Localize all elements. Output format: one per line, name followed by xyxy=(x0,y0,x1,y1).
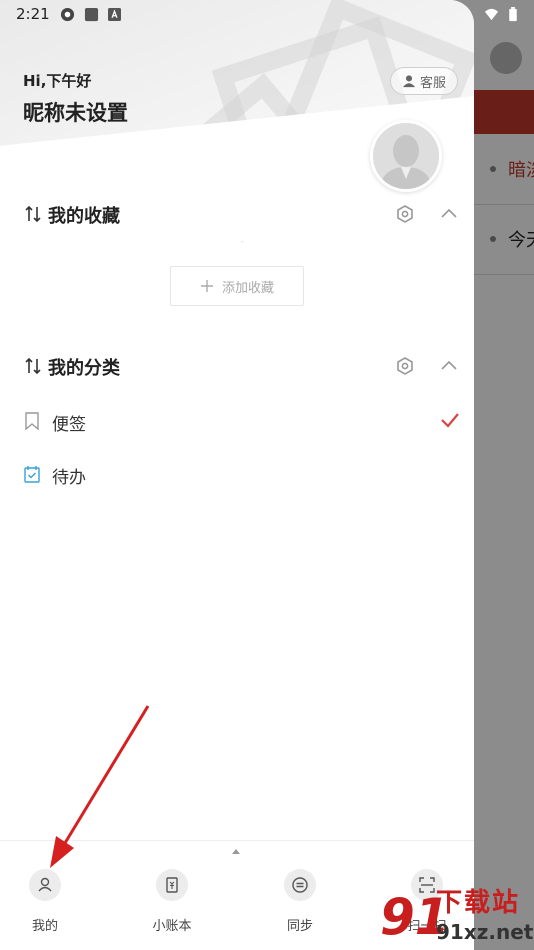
categories-title: 我的分类 xyxy=(48,358,120,379)
watermark-text: 下载站 xyxy=(436,888,521,918)
a-badge-icon xyxy=(108,8,121,21)
sync-icon xyxy=(292,877,308,893)
nickname[interactable]: 昵称未设置 xyxy=(23,97,128,127)
favorites-section-header: 我的收藏 xyxy=(24,200,460,230)
navigation-drawer: Hi,下午好 昵称未设置 客服 我的收藏 添加收藏 我的分类 便签 待办 我的 … xyxy=(0,0,474,950)
nav-item-sync[interactable]: 同步 xyxy=(255,869,345,939)
sort-icon[interactable] xyxy=(24,356,42,376)
plus-icon xyxy=(200,280,213,292)
sort-icon[interactable] xyxy=(24,204,42,224)
category-label: 便签 xyxy=(52,415,86,435)
person-icon xyxy=(38,877,52,892)
add-favorite-button[interactable]: 添加收藏 xyxy=(170,266,304,306)
app-square-icon xyxy=(84,7,99,22)
nav-item-mine[interactable]: 我的 xyxy=(0,869,90,939)
bookmark-icon xyxy=(25,412,39,430)
nav-icon-circle xyxy=(156,869,188,901)
nav-label: 小账本 xyxy=(152,919,192,934)
default-avatar-icon xyxy=(373,123,439,189)
settings-icon[interactable] xyxy=(396,357,414,375)
calendar-check-icon xyxy=(24,466,40,483)
nav-item-ledger[interactable]: 小账本 xyxy=(127,869,217,939)
nav-icon-circle xyxy=(284,869,316,901)
nav-icon-circle xyxy=(29,869,61,901)
category-item-todo[interactable]: 待办 xyxy=(24,457,460,493)
watermark-logo: 91 下载站 91xz.net xyxy=(380,888,534,950)
wifi-icon xyxy=(484,8,499,21)
categories-section-header: 我的分类 xyxy=(24,352,460,382)
customer-service-label: 客服 xyxy=(419,75,446,91)
nav-label: 同步 xyxy=(286,919,313,934)
category-item-notes[interactable]: 便签 xyxy=(24,404,460,440)
status-bar: 2:21 xyxy=(0,0,534,28)
aperture-icon xyxy=(60,7,75,22)
support-agent-icon xyxy=(402,75,416,88)
chevron-up-icon[interactable] xyxy=(440,206,458,220)
settings-icon[interactable] xyxy=(396,205,414,223)
ledger-icon xyxy=(166,877,178,893)
greeting-text: Hi,下午好 xyxy=(23,72,92,90)
add-favorite-label: 添加收藏 xyxy=(221,280,274,296)
chevron-up-icon[interactable] xyxy=(440,358,458,372)
category-label: 待办 xyxy=(52,468,86,488)
customer-service-button[interactable]: 客服 xyxy=(390,67,458,95)
nav-label: 我的 xyxy=(31,919,58,934)
favorites-title: 我的收藏 xyxy=(48,206,120,227)
watermark-url: 91xz.net xyxy=(436,920,534,944)
expand-handle-icon[interactable] xyxy=(232,849,240,854)
battery-icon xyxy=(509,7,517,22)
status-time: 2:21 xyxy=(16,5,50,23)
checkmark-icon xyxy=(441,413,459,428)
avatar[interactable] xyxy=(370,120,442,192)
